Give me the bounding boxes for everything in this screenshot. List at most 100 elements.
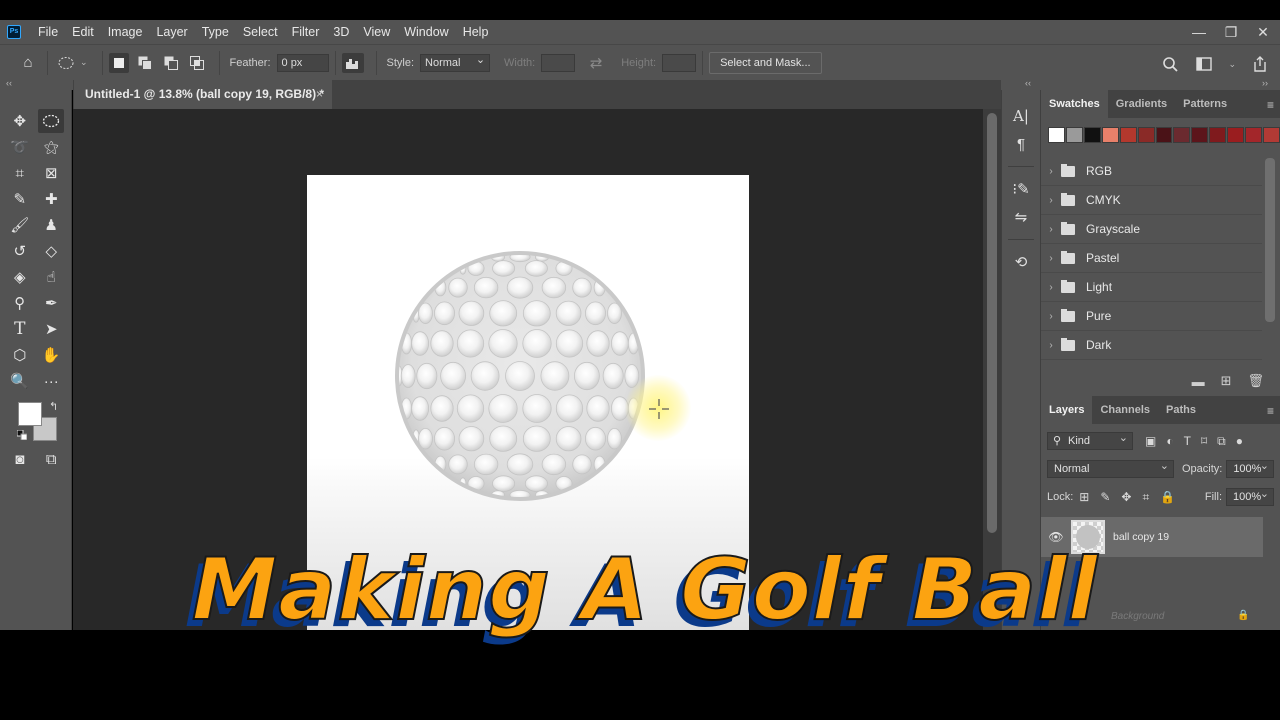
elliptical-marquee-preset-icon[interactable]: [54, 50, 80, 76]
share-icon[interactable]: [1250, 51, 1270, 77]
kind-filter-dropdown[interactable]: ⚲ Kind: [1047, 430, 1133, 450]
new-folder-icon[interactable]: ▬: [1192, 374, 1205, 389]
type-tool-icon[interactable]: T: [7, 317, 33, 341]
tab-paths[interactable]: Paths: [1158, 396, 1204, 424]
menu-file[interactable]: File: [31, 20, 65, 44]
add-to-selection-icon[interactable]: [135, 53, 155, 73]
more-tools-icon[interactable]: ···: [38, 369, 64, 393]
color-swatch[interactable]: [1048, 127, 1065, 143]
menu-filter[interactable]: Filter: [285, 20, 327, 44]
swatch-folder[interactable]: › RGB: [1041, 157, 1262, 186]
pen-tool-icon[interactable]: ✒: [38, 291, 64, 315]
tab-patterns[interactable]: Patterns: [1175, 90, 1235, 118]
brush-settings-icon[interactable]: ⁝✎: [1006, 175, 1036, 203]
workspace-icon[interactable]: [1194, 51, 1214, 77]
swatch-folder[interactable]: › Grayscale: [1041, 215, 1262, 244]
adjustments-icon[interactable]: ⇋: [1006, 203, 1036, 231]
chevron-down-icon[interactable]: ⌄: [80, 57, 88, 68]
color-swatch[interactable]: [1083, 127, 1101, 143]
swatch-folder[interactable]: › Pure: [1041, 302, 1262, 331]
new-selection-icon[interactable]: [108, 52, 129, 73]
clone-stamp-tool-icon[interactable]: ♟: [38, 213, 64, 237]
type-filter-icon[interactable]: T: [1184, 434, 1191, 449]
blend-mode-dropdown[interactable]: Normal: [1047, 458, 1174, 478]
tab-gradients[interactable]: Gradients: [1108, 90, 1175, 118]
smart-object-filter-icon[interactable]: ⧉: [1217, 434, 1226, 449]
swatch-folder[interactable]: › Light: [1041, 273, 1262, 302]
adjustment-filter-icon[interactable]: ◐: [1166, 434, 1173, 449]
foreground-color-swatch[interactable]: [18, 402, 42, 426]
search-icon[interactable]: [1160, 51, 1180, 77]
color-swatch[interactable]: [1173, 127, 1191, 143]
chevron-right-icon[interactable]: ›: [1041, 311, 1061, 322]
color-swatch[interactable]: [1119, 127, 1137, 143]
width-input[interactable]: [541, 53, 576, 72]
hand-tool-icon[interactable]: ✋: [38, 343, 64, 367]
swatch-folder[interactable]: › Pastel: [1041, 244, 1262, 273]
close-button[interactable]: ✕: [1256, 24, 1270, 41]
color-swatch[interactable]: [1263, 127, 1280, 143]
chevron-right-icon[interactable]: ›: [1041, 253, 1061, 264]
swatch-folder[interactable]: › Dark: [1041, 331, 1262, 360]
color-swatch[interactable]: [1155, 127, 1173, 143]
lasso-tool-icon[interactable]: ➰: [7, 135, 33, 159]
artboard-lock-icon[interactable]: ⌗: [1142, 490, 1149, 505]
shape-tool-icon[interactable]: ⬡: [7, 343, 33, 367]
tab-layers[interactable]: Layers: [1041, 396, 1093, 424]
scrollbar-thumb[interactable]: [987, 113, 997, 533]
swap-dimensions-icon[interactable]: ⇄: [583, 50, 609, 76]
swap-colors-icon[interactable]: ↰: [49, 400, 58, 413]
swatches-scrollbar[interactable]: [1265, 158, 1275, 322]
chevron-right-icon[interactable]: ›: [1041, 340, 1061, 351]
paragraph-panel-icon[interactable]: ¶: [1006, 130, 1036, 158]
restore-button[interactable]: ❐: [1224, 24, 1238, 41]
menu-edit[interactable]: Edit: [65, 20, 101, 44]
menu-view[interactable]: View: [356, 20, 397, 44]
color-swatch[interactable]: [1191, 127, 1209, 143]
magic-wand-tool-icon[interactable]: ⚝: [38, 135, 64, 159]
opacity-input[interactable]: 100%: [1226, 458, 1274, 478]
panel-menu-icon[interactable]: ≡: [1267, 98, 1274, 112]
color-swatch[interactable]: [1209, 127, 1227, 143]
dodge-tool-icon[interactable]: ⚲: [7, 291, 33, 315]
lock-all-icon[interactable]: 🔒: [1160, 490, 1175, 505]
lock-transparency-icon[interactable]: ⊞: [1079, 490, 1089, 505]
minimize-button[interactable]: —: [1192, 24, 1206, 40]
anti-alias-icon[interactable]: [341, 52, 364, 73]
menu-window[interactable]: Window: [397, 20, 455, 44]
menu-type[interactable]: Type: [195, 20, 236, 44]
intersect-selection-icon[interactable]: [187, 53, 207, 73]
swatch-folder[interactable]: › CMYK: [1041, 186, 1262, 215]
collapse-panels-icon[interactable]: ››: [1262, 78, 1268, 88]
screen-mode-icon[interactable]: ⧉: [38, 447, 64, 471]
color-swatch[interactable]: [1137, 127, 1155, 143]
select-and-mask-button[interactable]: Select and Mask...: [709, 51, 822, 74]
color-swatch[interactable]: [1227, 127, 1245, 143]
shape-filter-icon[interactable]: ⌑: [1201, 434, 1207, 449]
move-tool-icon[interactable]: ✥: [7, 109, 33, 133]
filter-toggle-icon[interactable]: ●: [1236, 434, 1243, 449]
menu-3d[interactable]: 3D: [326, 20, 356, 44]
menu-help[interactable]: Help: [456, 20, 496, 44]
healing-brush-tool-icon[interactable]: ✚: [38, 187, 64, 211]
history-brush-tool-icon[interactable]: ↺: [7, 239, 33, 263]
photoshop-logo-icon[interactable]: Ps: [7, 25, 21, 39]
panel-menu-icon[interactable]: ≡: [1267, 404, 1274, 418]
close-tab-icon[interactable]: ×: [316, 80, 323, 109]
collapse-mini-panels-icon[interactable]: ‹‹: [1025, 78, 1031, 88]
path-selection-tool-icon[interactable]: ➤: [38, 317, 64, 341]
document-tab[interactable]: Untitled-1 @ 13.8% (ball copy 19, RGB/8)…: [74, 80, 332, 109]
color-swatch[interactable]: [1065, 127, 1083, 143]
menu-image[interactable]: Image: [101, 20, 150, 44]
style-dropdown[interactable]: Normal: [420, 52, 491, 72]
chevron-right-icon[interactable]: ›: [1041, 166, 1061, 177]
fill-input[interactable]: 100%: [1226, 486, 1274, 506]
chevron-right-icon[interactable]: ›: [1041, 195, 1061, 206]
frame-tool-icon[interactable]: ⊠: [38, 161, 64, 185]
lock-position-icon[interactable]: ✥: [1121, 490, 1131, 505]
character-panel-icon[interactable]: A|: [1006, 102, 1036, 130]
smudge-tool-icon[interactable]: ☝: [38, 265, 64, 289]
menu-layer[interactable]: Layer: [149, 20, 194, 44]
color-swatch[interactable]: [1245, 127, 1263, 143]
home-icon[interactable]: ⌂: [15, 50, 41, 76]
